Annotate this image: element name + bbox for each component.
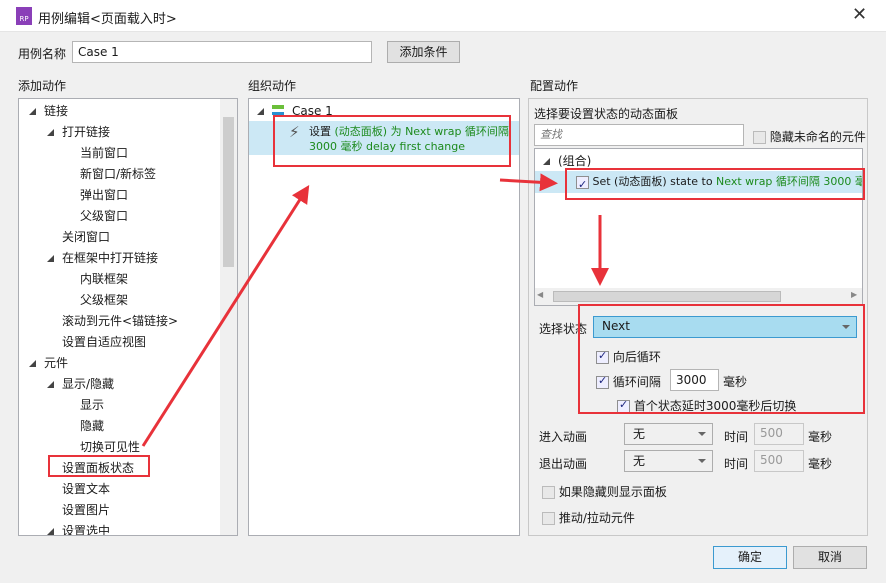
arrow-to-action <box>141 184 310 447</box>
arrow-to-panel-row <box>499 173 558 192</box>
annotation-arrows <box>141 173 609 447</box>
